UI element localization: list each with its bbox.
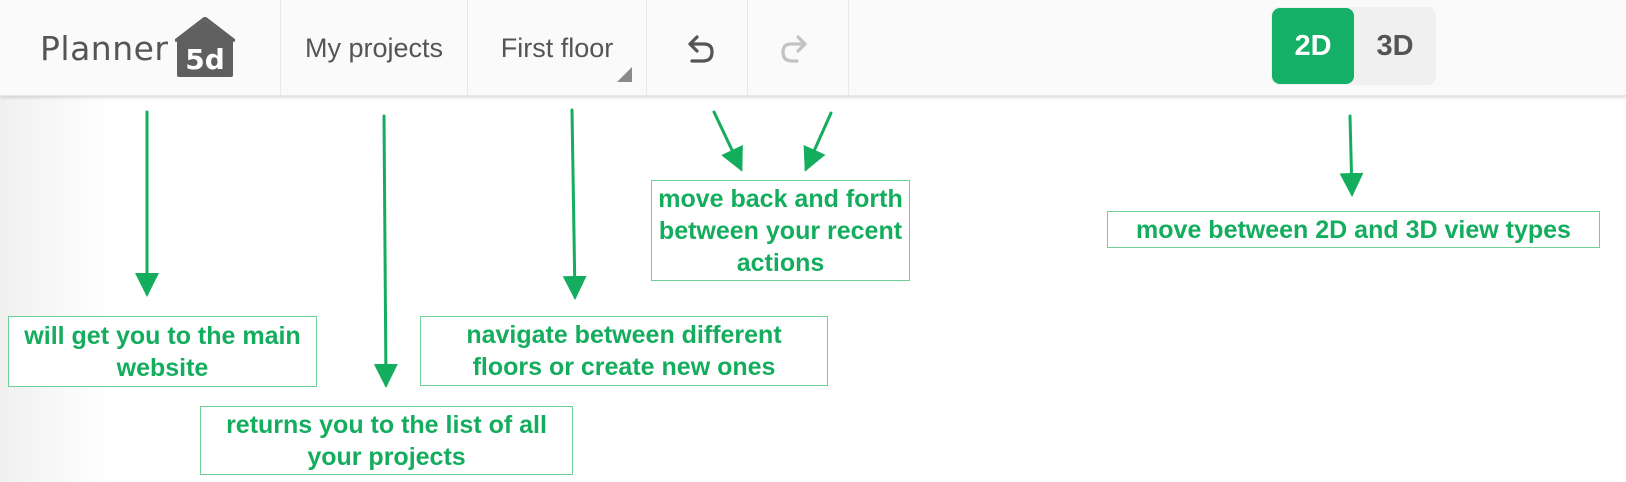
history-annotation: move back and forth between your recent … [651, 180, 910, 281]
undo-arrow [712, 110, 743, 172]
projects-arrow [373, 114, 398, 388]
projects-annotation-text: returns you to the list of all your proj… [226, 410, 547, 471]
view-arrow [1339, 114, 1364, 197]
history-annotation-text: move back and forth between your recent … [658, 184, 903, 277]
logo-annotation-text: will get you to the main website [24, 321, 301, 382]
floor-annotation-text: navigate between different floors or cre… [466, 321, 782, 381]
view-annotation: move between 2D and 3D view types [1107, 211, 1600, 248]
view-annotation-text: move between 2D and 3D view types [1136, 215, 1571, 244]
logo-annotation: will get you to the main website [8, 316, 317, 387]
redo-arrow [803, 111, 833, 172]
floor-annotation: navigate between different floors or cre… [420, 316, 828, 386]
floor-arrow [562, 108, 587, 300]
projects-annotation: returns you to the list of all your proj… [200, 406, 573, 475]
